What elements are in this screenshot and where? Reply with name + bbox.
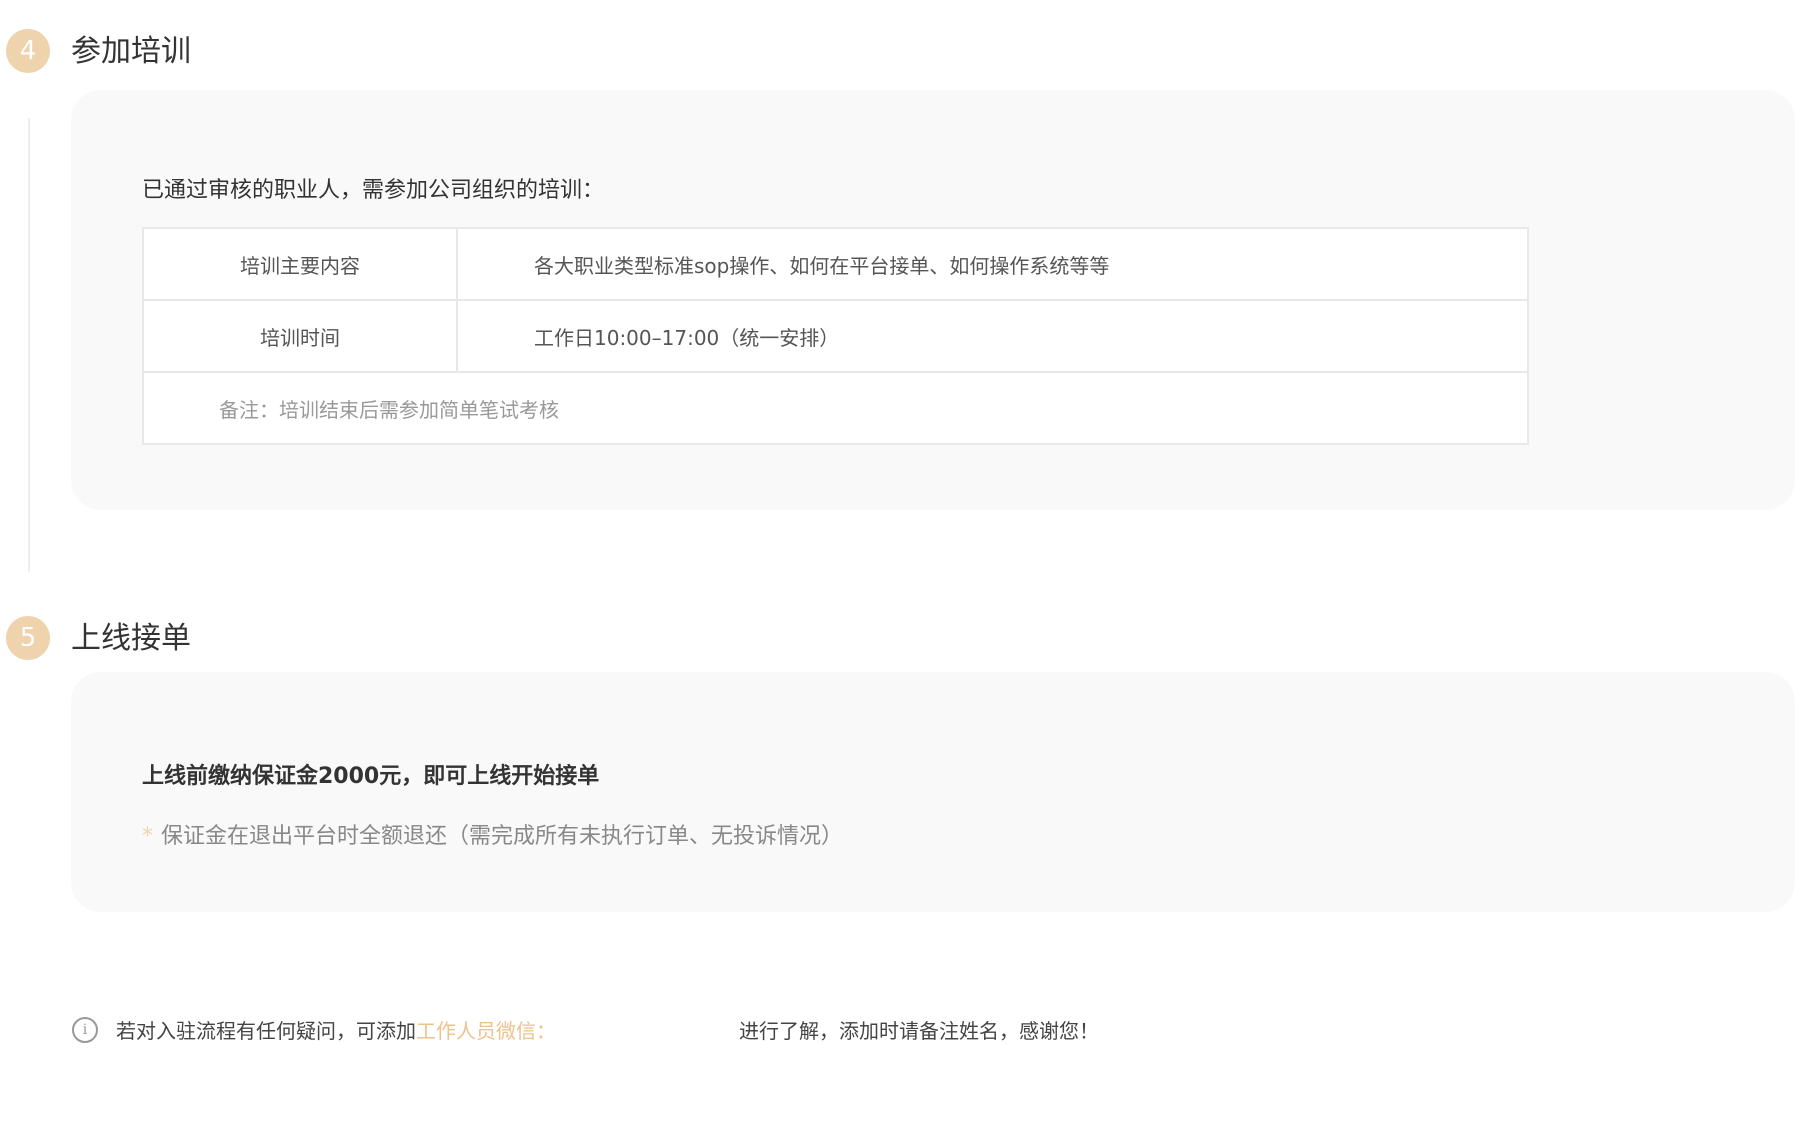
card-notch	[71, 90, 1795, 118]
page: 4 参加培训 已通过审核的职业人，需参加公司组织的培训： 培训主要内容 各大职业…	[0, 0, 1800, 1128]
footer-help: i 若对入驻流程有任何疑问，可添加 工作人员微信： 进行了解，添加时请备注姓名，…	[72, 1015, 1099, 1044]
table-row: 培训主要内容 各大职业类型标准sop操作、如何在平台接单、如何操作系统等等	[142, 227, 1529, 301]
step-4-badge: 4	[6, 29, 50, 73]
table-cell-value: 各大职业类型标准sop操作、如何在平台接单、如何操作系统等等	[456, 227, 1529, 301]
table-row: 培训时间 工作日10:00–17:00（统一安排）	[142, 299, 1529, 373]
deposit-note: * 保证金在退出平台时全额退还（需完成所有未执行订单、无投诉情况）	[142, 818, 843, 850]
training-table: 培训主要内容 各大职业类型标准sop操作、如何在平台接单、如何操作系统等等 培训…	[142, 227, 1529, 445]
table-row: 备注：培训结束后需参加简单笔试考核	[142, 371, 1529, 445]
table-note: 备注：培训结束后需参加简单笔试考核	[142, 371, 1529, 445]
required-star: *	[142, 824, 153, 849]
deposit-text: 上线前缴纳保证金2000元，即可上线开始接单	[142, 764, 600, 789]
step-5-title: 上线接单	[71, 621, 191, 656]
table-cell-label: 培训时间	[142, 299, 458, 373]
info-icon: i	[72, 1016, 98, 1043]
step-4-title: 参加培训	[71, 34, 191, 69]
timeline-line	[28, 118, 30, 572]
training-intro: 已通过审核的职业人，需参加公司组织的培训：	[142, 178, 605, 203]
step-5-badge: 5	[6, 616, 50, 660]
staff-wechat-link[interactable]: 工作人员微信：	[416, 1015, 556, 1044]
go-online-card	[71, 672, 1795, 912]
footer-prefix: 若对入驻流程有任何疑问，可添加	[116, 1019, 416, 1043]
table-cell-label: 培训主要内容	[142, 227, 458, 301]
table-cell-value: 工作日10:00–17:00（统一安排）	[456, 299, 1529, 373]
deposit-note-text: 保证金在退出平台时全额退还（需完成所有未执行订单、无投诉情况）	[161, 824, 844, 849]
footer-suffix: 进行了解，添加时请备注姓名，感谢您！	[739, 1019, 1099, 1043]
